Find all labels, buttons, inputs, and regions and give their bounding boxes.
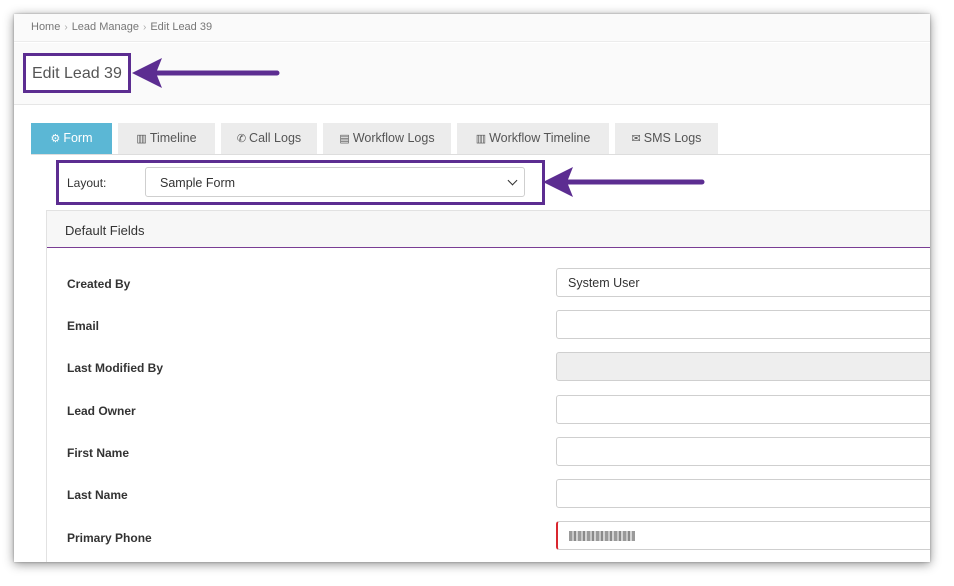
panel-title: Default Fields	[47, 211, 930, 248]
breadcrumb-current: Edit Lead 39	[150, 21, 213, 33]
created-by-field[interactable]: System User	[556, 268, 930, 297]
chevron-right-icon: ›	[64, 22, 68, 33]
email-field[interactable]	[556, 310, 930, 339]
tab-label: Form	[63, 131, 93, 145]
breadcrumb-home[interactable]: Home	[31, 21, 60, 33]
field-label-last-modified-by: Last Modified By	[67, 361, 164, 375]
tab-timeline[interactable]: ▥ Timeline	[118, 123, 215, 154]
default-fields-panel: Default Fields Created By System User Em…	[46, 210, 930, 562]
field-label-first-name: First Name	[67, 446, 130, 460]
field-label-primary-phone: Primary Phone	[67, 531, 152, 545]
last-modified-by-field	[556, 352, 930, 381]
tab-label: Workflow Timeline	[489, 131, 591, 145]
field-label-lead-owner: Lead Owner	[67, 404, 136, 418]
page-title: Edit Lead 39	[23, 53, 131, 93]
tab-bar: ⚙ Form ▥ Timeline ✆ Call Logs ▤ Workflow Log…	[31, 123, 930, 154]
created-by-value: System User	[568, 276, 640, 290]
layout-select[interactable]: Sample Form	[145, 167, 525, 197]
breadcrumb-lead-manage[interactable]: Lead Manage	[72, 21, 139, 33]
tab-call-logs[interactable]: ✆ Call Logs	[221, 123, 317, 154]
tab-sms-logs[interactable]: ✉ SMS Logs	[615, 123, 718, 154]
document-icon: ▤	[339, 133, 350, 145]
annotation-arrow-title	[132, 58, 280, 88]
first-name-field[interactable]	[556, 437, 930, 466]
bar-chart-icon: ▥	[136, 133, 147, 145]
annotation-arrow-layout	[543, 167, 705, 197]
redacted-phone-value	[569, 531, 635, 541]
last-name-field[interactable]	[556, 479, 930, 508]
tab-label: Workflow Logs	[352, 131, 435, 145]
tab-form[interactable]: ⚙ Form	[31, 123, 112, 154]
bar-chart-icon: ▥	[475, 133, 487, 145]
layout-selector-row: Layout: Sample Form	[56, 160, 545, 205]
lead-owner-field[interactable]	[556, 395, 930, 424]
field-label-last-name: Last Name	[67, 488, 128, 502]
phone-icon: ✆	[236, 133, 247, 145]
primary-phone-field[interactable]	[556, 521, 930, 550]
gears-icon: ⚙	[50, 133, 61, 145]
tab-label: SMS Logs	[643, 131, 702, 145]
app-window: Home › Lead Manage › Edit Lead 39 Edit Lead …	[14, 14, 930, 562]
chevron-right-icon: ›	[142, 22, 147, 33]
tab-workflow-timeline[interactable]: ▥ Workflow Timeline	[457, 123, 609, 154]
tab-workflow-logs[interactable]: ▤ Workflow Logs	[323, 123, 451, 154]
tab-label: Timeline	[149, 131, 197, 145]
field-label-email: Email	[67, 319, 100, 333]
layout-label: Layout:	[67, 176, 107, 190]
chevron-down-icon	[507, 175, 518, 186]
breadcrumb: Home › Lead Manage › Edit Lead 39	[14, 14, 930, 42]
layout-selected-value: Sample Form	[160, 176, 236, 190]
envelope-icon: ✉	[631, 133, 641, 145]
tab-divider	[31, 154, 930, 155]
tab-label: Call Logs	[249, 131, 302, 145]
field-label-created-by: Created By	[67, 277, 131, 291]
